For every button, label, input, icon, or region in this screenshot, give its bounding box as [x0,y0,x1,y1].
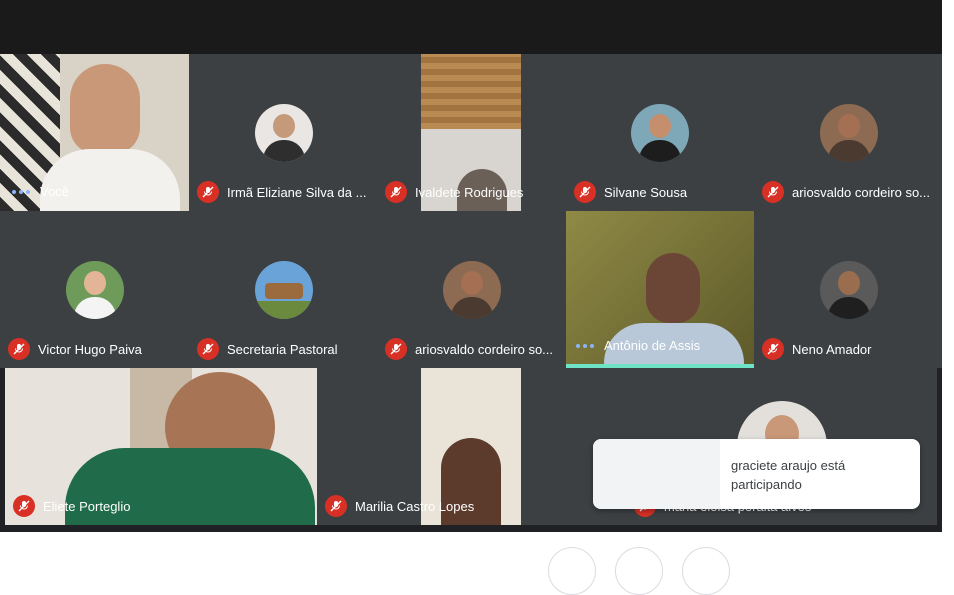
page-edge [942,0,954,532]
participant-name: Secretaria Pastoral [227,341,338,357]
participant-tile[interactable]: ariosvaldo cordeiro so... [377,211,566,368]
participant-label: Victor Hugo Paiva [8,338,142,360]
participant-label: Ivaldete Rodrigues [385,181,523,203]
avatar [631,104,689,162]
participant-name: Ivaldete Rodrigues [415,184,524,200]
participant-tile-active-speaker[interactable]: Antônio de Assis [566,211,754,364]
mic-off-icon [197,181,219,203]
participant-label: ariosvaldo cordeiro so... [385,338,553,360]
participant-name: Marilia Castro Lopes [355,498,475,514]
participant-name: Eliete Porteglio [43,498,131,514]
mic-off-icon [574,181,596,203]
participant-tile[interactable]: Secretaria Pastoral [189,211,377,368]
participant-name: Neno Amador [792,341,872,357]
participant-name: ariosvaldo cordeiro so... [415,341,554,357]
participant-name: Irmã Eliziane Silva da ... [227,184,367,200]
participant-tile[interactable]: Eliete Porteglio [5,368,317,525]
mic-off-icon [197,338,219,360]
join-notification: graciete araujo está participando [593,439,920,509]
participant-name: Silvane Sousa [604,184,688,200]
participant-tile[interactable]: Silvane Sousa [566,54,754,211]
participant-tile[interactable]: Neno Amador [754,211,942,368]
participant-name: Victor Hugo Paiva [38,341,142,357]
participant-label: Marilia Castro Lopes [325,495,474,517]
mic-off-icon [385,338,407,360]
participant-label: Silvane Sousa [574,181,687,203]
participant-tile[interactable]: ariosvaldo cordeiro so... [754,54,942,211]
participant-name: Você [40,184,69,199]
participant-label: Secretaria Pastoral [197,338,338,360]
participant-label: Neno Amador [762,338,872,360]
participant-video [421,54,521,129]
participant-tile[interactable]: Ivaldete Rodrigues [377,54,566,211]
mic-off-icon [385,181,407,203]
participant-label: Você [10,184,69,199]
mic-off-icon [762,338,784,360]
participant-label: Eliete Porteglio [13,495,130,517]
avatar [255,261,313,319]
participant-tile-you[interactable]: Você [0,54,189,211]
participant-label: Irmã Eliziane Silva da ... [197,181,366,203]
avatar [820,261,878,319]
mic-off-icon [325,495,347,517]
participant-tile[interactable]: Victor Hugo Paiva [0,211,189,368]
participant-tile[interactable]: Irmã Eliziane Silva da ... [189,54,377,211]
mic-off-icon [13,495,35,517]
top-bar [0,0,942,54]
participant-video [646,253,700,323]
mic-off-icon [762,181,784,203]
participant-name: ariosvaldo cordeiro so... [792,184,931,200]
participant-video [70,64,140,154]
control-button-2[interactable] [615,547,663,595]
avatar [443,261,501,319]
notification-image [593,439,720,509]
control-button-1[interactable] [548,547,596,595]
avatar [66,261,124,319]
speaking-dots-icon [10,189,32,194]
avatar [820,104,878,162]
participant-tile[interactable]: Marilia Castro Lopes [317,368,626,525]
mic-off-icon [8,338,30,360]
speaking-dots-icon [574,343,596,348]
participant-label: Antônio de Assis [574,338,700,353]
notification-text: graciete araujo está participando [731,458,846,492]
participant-name: Antônio de Assis [604,338,701,353]
participant-label: ariosvaldo cordeiro so... [762,181,930,203]
control-button-3[interactable] [682,547,730,595]
participant-video [40,149,180,211]
avatar [255,104,313,162]
